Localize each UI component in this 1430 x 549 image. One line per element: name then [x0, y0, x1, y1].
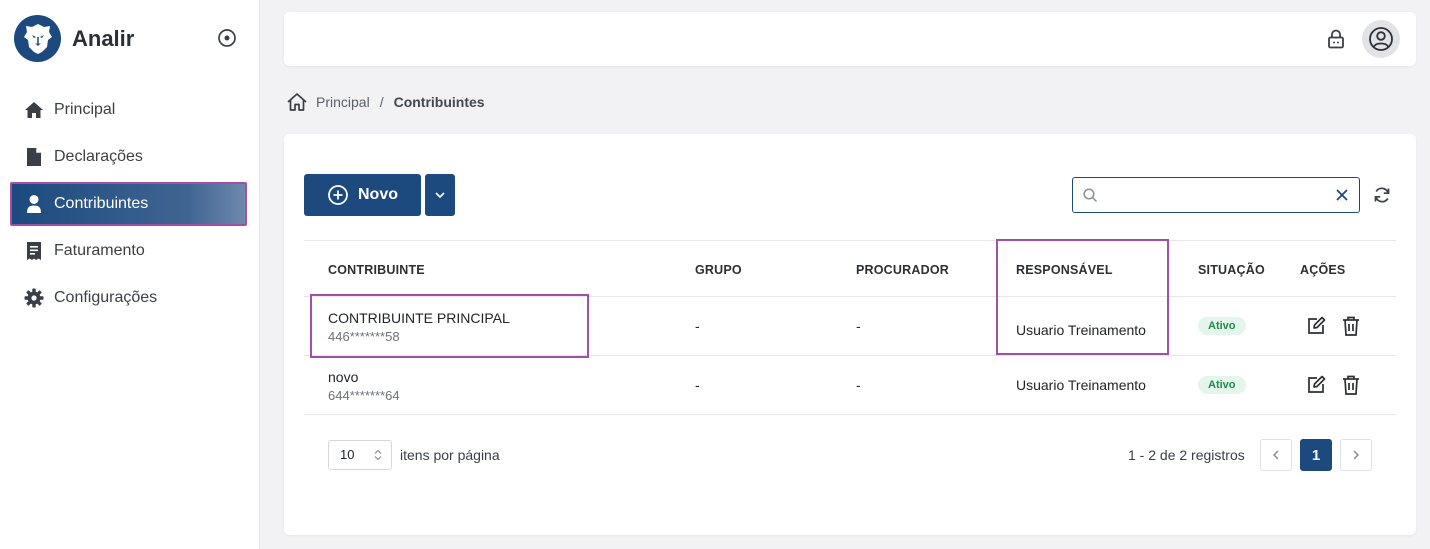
contribuinte-document: 446*******58 [328, 329, 400, 344]
edit-icon[interactable] [1305, 315, 1327, 337]
sidebar-item-label: Faturamento [54, 242, 145, 259]
breadcrumb-home[interactable]: Principal [316, 94, 370, 110]
sidebar-item-faturamento[interactable]: Faturamento [10, 229, 247, 273]
breadcrumb-separator: / [379, 94, 384, 110]
search-icon [1083, 188, 1098, 203]
sidebar: Analir Principal Declarações Contribuint… [0, 0, 260, 549]
contribuinte-document: 644*******64 [328, 388, 400, 403]
pin-sidebar-icon[interactable] [216, 27, 238, 49]
procurador-cell: - [856, 377, 861, 393]
new-options-dropdown-button[interactable] [425, 174, 455, 216]
chevron-left-icon [1272, 450, 1279, 460]
file-icon [24, 147, 44, 167]
gear-icon [24, 288, 44, 308]
sidebar-item-declaracoes[interactable]: Declarações [10, 135, 247, 179]
next-page-button[interactable] [1340, 439, 1372, 471]
status-badge: Ativo [1198, 376, 1246, 394]
column-header-procurador[interactable]: PROCURADOR [856, 263, 949, 277]
refresh-icon[interactable] [1372, 185, 1392, 205]
sidebar-item-label: Contribuintes [54, 195, 149, 212]
trash-icon[interactable] [1340, 315, 1362, 337]
responsavel-cell: Usuario Treinamento [1016, 377, 1146, 393]
responsavel-cell: Usuario Treinamento [1016, 322, 1146, 338]
contribuinte-cell[interactable]: CONTRIBUINTE PRINCIPAL 446*******58 [328, 310, 510, 344]
table-row[interactable]: CONTRIBUINTE PRINCIPAL 446*******58 - - … [304, 297, 1396, 356]
column-header-contribuinte[interactable]: CONTRIBUINTE [328, 263, 425, 277]
breadcrumb-current: Contribuintes [393, 94, 485, 110]
sidebar-item-contribuintes[interactable]: Contribuintes [10, 182, 247, 226]
grupo-cell: - [695, 377, 700, 393]
clear-search-icon[interactable] [1335, 188, 1349, 202]
contribuinte-cell[interactable]: novo 644*******64 [328, 369, 400, 403]
home-icon [24, 100, 44, 120]
previous-page-button[interactable] [1260, 439, 1292, 471]
page-size-select[interactable]: 10 [328, 440, 392, 470]
top-bar [284, 12, 1416, 66]
chevron-down-icon [435, 192, 445, 199]
table-row[interactable]: novo 644*******64 - - Usuario Treinament… [304, 356, 1396, 415]
sidebar-item-configuracoes[interactable]: Configurações [10, 276, 247, 320]
sidebar-item-label: Configurações [54, 289, 158, 306]
edit-icon[interactable] [1305, 374, 1327, 396]
trash-icon[interactable] [1340, 374, 1362, 396]
sidebar-item-principal[interactable]: Principal [10, 88, 247, 132]
column-header-grupo[interactable]: GRUPO [695, 263, 742, 277]
app-name: Analir [72, 25, 135, 51]
user-avatar[interactable] [1362, 20, 1400, 58]
home-outline-icon[interactable] [286, 91, 308, 113]
plus-circle-icon [328, 185, 348, 205]
chevron-right-icon [1353, 450, 1360, 460]
sidebar-item-label: Declarações [54, 148, 143, 165]
user-icon [24, 194, 44, 214]
receipt-icon [24, 241, 44, 261]
contribuintes-card: Novo CONTRIBUINTE GRUPO PROCURADOR RESPO… [284, 134, 1416, 535]
table-header: CONTRIBUINTE GRUPO PROCURADOR RESPONSÁVE… [304, 241, 1396, 297]
user-circle-icon [1369, 27, 1393, 51]
lion-logo-icon [14, 15, 61, 62]
sidebar-item-label: Principal [54, 101, 116, 118]
contribuinte-name: CONTRIBUINTE PRINCIPAL [328, 310, 510, 326]
page-size-value: 10 [340, 447, 355, 462]
breadcrumb: Principal / Contribuintes [286, 91, 485, 113]
column-header-acoes: AÇÕES [1300, 263, 1346, 277]
contribuinte-name: novo [328, 369, 359, 385]
sidebar-nav: Principal Declarações Contribuintes Fatu… [10, 88, 247, 323]
brand[interactable]: Analir [14, 15, 134, 62]
new-button-label: Novo [358, 186, 398, 203]
search-box [1072, 177, 1360, 213]
search-input[interactable] [1105, 182, 1327, 208]
lock-icon[interactable] [1324, 27, 1348, 51]
procurador-cell: - [856, 318, 861, 334]
contribuintes-table: CONTRIBUINTE GRUPO PROCURADOR RESPONSÁVE… [304, 240, 1396, 415]
column-header-situacao[interactable]: SITUAÇÃO [1198, 263, 1265, 277]
per-page-label: itens por página [400, 447, 500, 463]
status-badge: Ativo [1198, 317, 1246, 335]
records-range: 1 - 2 de 2 registros [1128, 447, 1245, 463]
grupo-cell: - [695, 318, 700, 334]
page-button-1[interactable]: 1 [1300, 439, 1332, 471]
up-down-stepper-icon [374, 449, 382, 461]
column-header-responsavel[interactable]: RESPONSÁVEL [1016, 263, 1113, 277]
new-button[interactable]: Novo [304, 174, 421, 216]
